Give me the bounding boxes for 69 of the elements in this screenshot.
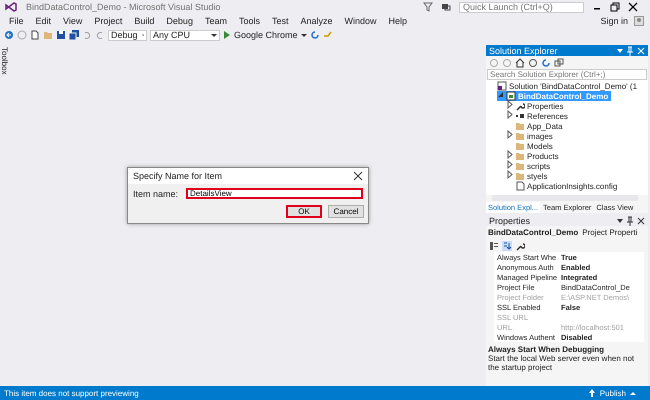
save-all-icon[interactable] — [69, 30, 79, 40]
wrench-icon — [515, 101, 525, 111]
wrench-icon[interactable] — [515, 240, 525, 250]
field-label: Item name: — [133, 188, 178, 198]
description-text: Start the local Web server even when not the startup project — [488, 354, 636, 372]
tree-item[interactable]: images — [506, 131, 556, 141]
close-icon[interactable] — [628, 2, 638, 12]
sign-in-link[interactable]: Sign in — [594, 16, 634, 26]
dialog-button[interactable]: OK — [286, 205, 322, 218]
refresh-icon[interactable] — [541, 58, 551, 68]
references-icon — [515, 111, 525, 121]
tree-item[interactable]: scripts — [506, 161, 554, 171]
panel-title: Solution Explorer — [489, 46, 559, 56]
save-icon[interactable] — [56, 30, 66, 40]
item-name-field[interactable]: DetailsView — [186, 188, 363, 199]
search-field[interactable]: Search Solution Explorer (Ctrl+;) — [487, 69, 647, 80]
tree-item[interactable]: Properties — [506, 101, 566, 111]
account-icon[interactable] — [634, 16, 644, 26]
menu-item[interactable]: Build — [128, 16, 160, 26]
logo-icon — [4, 2, 18, 12]
tree-item[interactable]: Solution 'BindDataControl_Demo' (1 — [488, 81, 640, 91]
collapse-icon[interactable] — [554, 58, 564, 68]
feedback-icon[interactable] — [441, 2, 451, 12]
tree-item[interactable]: ApplicationInsights.config — [506, 181, 620, 191]
menu-item[interactable]: Project — [88, 16, 128, 26]
menu-item[interactable]: View — [57, 16, 88, 26]
menu-item[interactable]: File — [3, 16, 30, 26]
menu-item[interactable]: Window — [338, 16, 383, 26]
refresh-icon[interactable] — [310, 30, 320, 40]
platform-dropdown[interactable]: Any CPU — [150, 30, 220, 40]
restore-icon[interactable] — [610, 2, 620, 12]
pin-icon[interactable] — [626, 216, 634, 226]
dialog-button[interactable]: Cancel — [328, 205, 364, 218]
home-icon[interactable] — [515, 58, 525, 68]
window-title: BindDataControl_Demo - Microsoft Visual Studio — [26, 2, 222, 12]
configuration-dropdown[interactable]: Debug — [108, 30, 147, 40]
menu-item[interactable]: Debug — [160, 16, 199, 26]
dialog-title: Specify Name for Item — [133, 171, 222, 181]
categorized-icon[interactable] — [489, 240, 499, 250]
menu-item[interactable]: Help — [382, 16, 414, 26]
tree-item[interactable]: Models — [506, 141, 556, 151]
toolbox-tab[interactable]: Toolbox — [0, 47, 9, 75]
menu-item[interactable]: Edit — [30, 16, 58, 26]
description-title: Always Start When Debugging — [488, 345, 606, 354]
tree-item[interactable]: References — [506, 111, 571, 121]
play-icon[interactable] — [223, 30, 231, 40]
menu-item[interactable]: Test — [266, 16, 294, 26]
menu-item[interactable]: Analyze — [294, 16, 339, 26]
up-arrow-icon — [588, 388, 596, 398]
project-icon — [506, 91, 516, 101]
menu-item[interactable]: Team — [198, 16, 233, 26]
tree-item[interactable]: Products — [506, 151, 562, 161]
status-message: This item does not support previewing — [4, 388, 140, 398]
alphabetical-icon[interactable] — [502, 240, 512, 250]
publish-button[interactable]: Publish — [600, 388, 626, 398]
object-name: BindDataControl_Demo — [488, 228, 578, 237]
config-file-icon — [515, 181, 525, 191]
new-item-icon[interactable] — [30, 30, 40, 40]
filter-icon[interactable] — [423, 2, 433, 12]
quick-launch-field[interactable]: Quick Launch (Ctrl+Q) — [459, 2, 584, 12]
close-icon[interactable] — [353, 171, 363, 181]
panel-title: Properties — [489, 216, 532, 226]
expanded-arrow-icon[interactable] — [497, 90, 504, 100]
tree-item[interactable]: styels — [506, 171, 550, 181]
close-icon[interactable] — [637, 216, 645, 226]
menu-item[interactable]: Tools — [232, 16, 266, 26]
object-type: Project Properti — [582, 228, 638, 237]
browser-button[interactable]: Google Chrome — [234, 30, 298, 40]
tree-item[interactable]: App_Data — [506, 121, 566, 131]
